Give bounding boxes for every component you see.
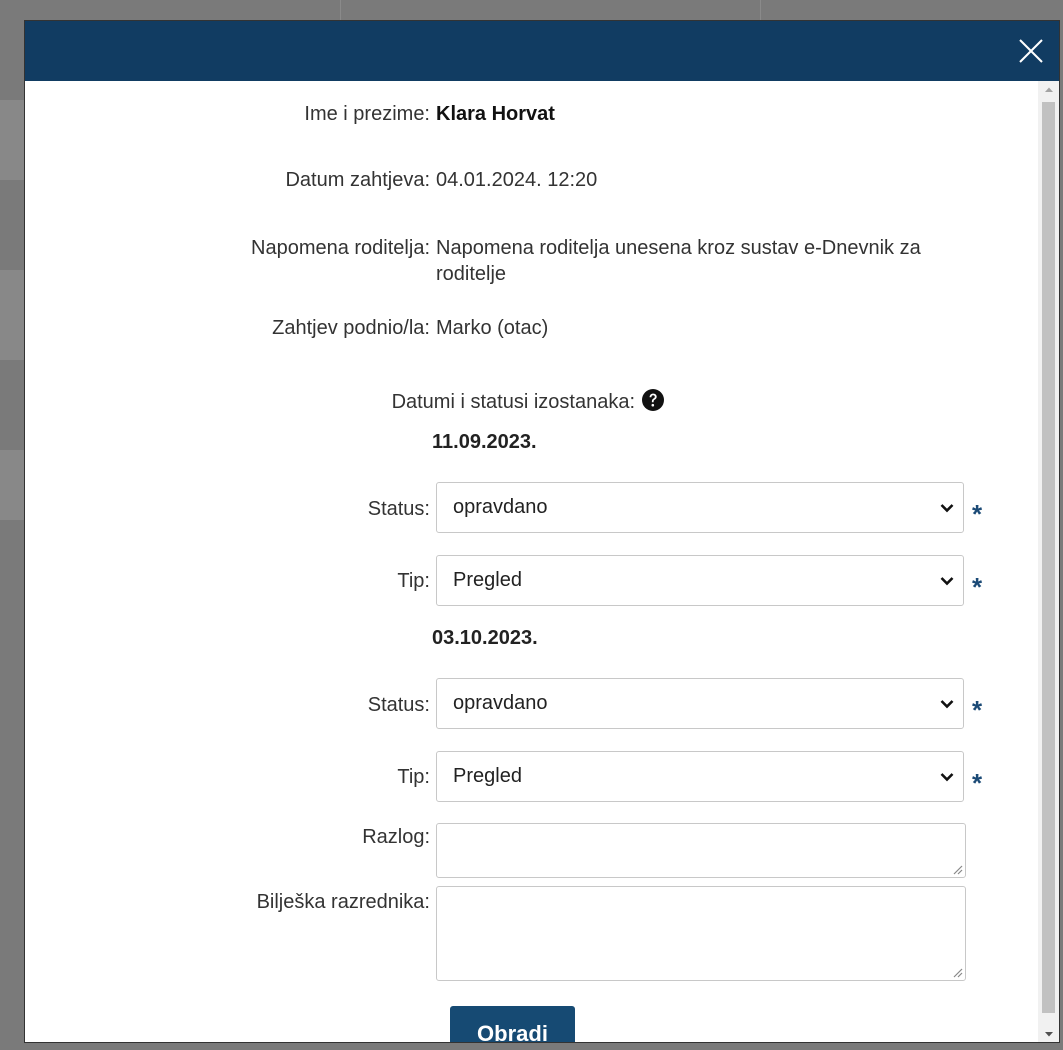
- resize-grip-icon[interactable]: [951, 863, 963, 875]
- reason-label: Razlog:: [362, 826, 430, 848]
- status-selected-value: opravdano: [453, 496, 548, 518]
- background-row: [0, 450, 24, 520]
- vertical-scrollbar[interactable]: [1038, 81, 1059, 1042]
- request-date-value: 04.01.2024. 12:20: [436, 169, 598, 191]
- absence-request-dialog: Ime i prezime: Klara Horvat Datum zahtje…: [24, 20, 1060, 1043]
- required-indicator: *: [972, 695, 983, 725]
- type-selected-value: Pregled: [453, 569, 522, 591]
- name-label: Ime i prezime:: [304, 103, 430, 125]
- arrow-down-icon: [1044, 1032, 1053, 1037]
- teacher-note-textarea[interactable]: [436, 886, 966, 981]
- reason-textarea[interactable]: [436, 823, 966, 878]
- absences-heading: Datumi i statusi izostanaka:: [392, 388, 665, 415]
- scroll-down-button[interactable]: [1038, 1026, 1059, 1042]
- question-circle-icon[interactable]: [641, 388, 665, 412]
- scrollbar-thumb[interactable]: [1042, 102, 1055, 1013]
- scroll-up-button[interactable]: [1038, 81, 1059, 98]
- background-row: [0, 100, 24, 180]
- status-label: Status:: [367, 498, 430, 520]
- chevron-down-icon: [940, 700, 954, 709]
- submit-button[interactable]: Obradi: [450, 1006, 575, 1042]
- arrow-up-icon: [1044, 87, 1053, 92]
- required-indicator: *: [972, 499, 983, 529]
- chevron-down-icon: [940, 577, 954, 586]
- name-value: Klara Horvat: [436, 103, 555, 125]
- parent-note-label: Napomena roditelja:: [251, 237, 430, 259]
- dialog-body: Ime i prezime: Klara Horvat Datum zahtje…: [25, 81, 1040, 1042]
- absences-label: Datumi i statusi izostanaka:: [391, 391, 635, 413]
- close-button[interactable]: [1011, 31, 1051, 71]
- status-label: Status:: [367, 694, 430, 716]
- required-indicator: *: [972, 572, 983, 602]
- status-select-1[interactable]: opravdano: [436, 482, 964, 533]
- type-select-1[interactable]: Pregled: [436, 555, 964, 606]
- submitter-value: Marko (otac): [436, 317, 549, 339]
- background-row: [0, 270, 24, 360]
- required-indicator: *: [972, 768, 983, 798]
- status-selected-value: opravdano: [453, 692, 548, 714]
- absence-date-1: 11.09.2023.: [432, 431, 537, 453]
- parent-note-value: Napomena roditelja unesena kroz sustav e…: [436, 237, 921, 285]
- status-select-2[interactable]: opravdano: [436, 678, 964, 729]
- resize-grip-icon[interactable]: [951, 966, 963, 978]
- teacher-note-label: Bilješka razrednika:: [256, 891, 430, 913]
- type-label: Tip:: [397, 570, 430, 592]
- type-select-2[interactable]: Pregled: [436, 751, 964, 802]
- submitter-label: Zahtjev podnio/la:: [272, 317, 430, 339]
- chevron-down-icon: [940, 504, 954, 513]
- close-icon: [1019, 39, 1043, 63]
- background-divider: [760, 0, 761, 20]
- type-selected-value: Pregled: [453, 765, 522, 787]
- chevron-down-icon: [940, 773, 954, 782]
- dialog-header: [25, 21, 1059, 81]
- absence-date-2: 03.10.2023.: [432, 627, 538, 649]
- type-label: Tip:: [397, 766, 430, 788]
- background-divider: [340, 0, 341, 20]
- request-date-label: Datum zahtjeva:: [285, 169, 430, 191]
